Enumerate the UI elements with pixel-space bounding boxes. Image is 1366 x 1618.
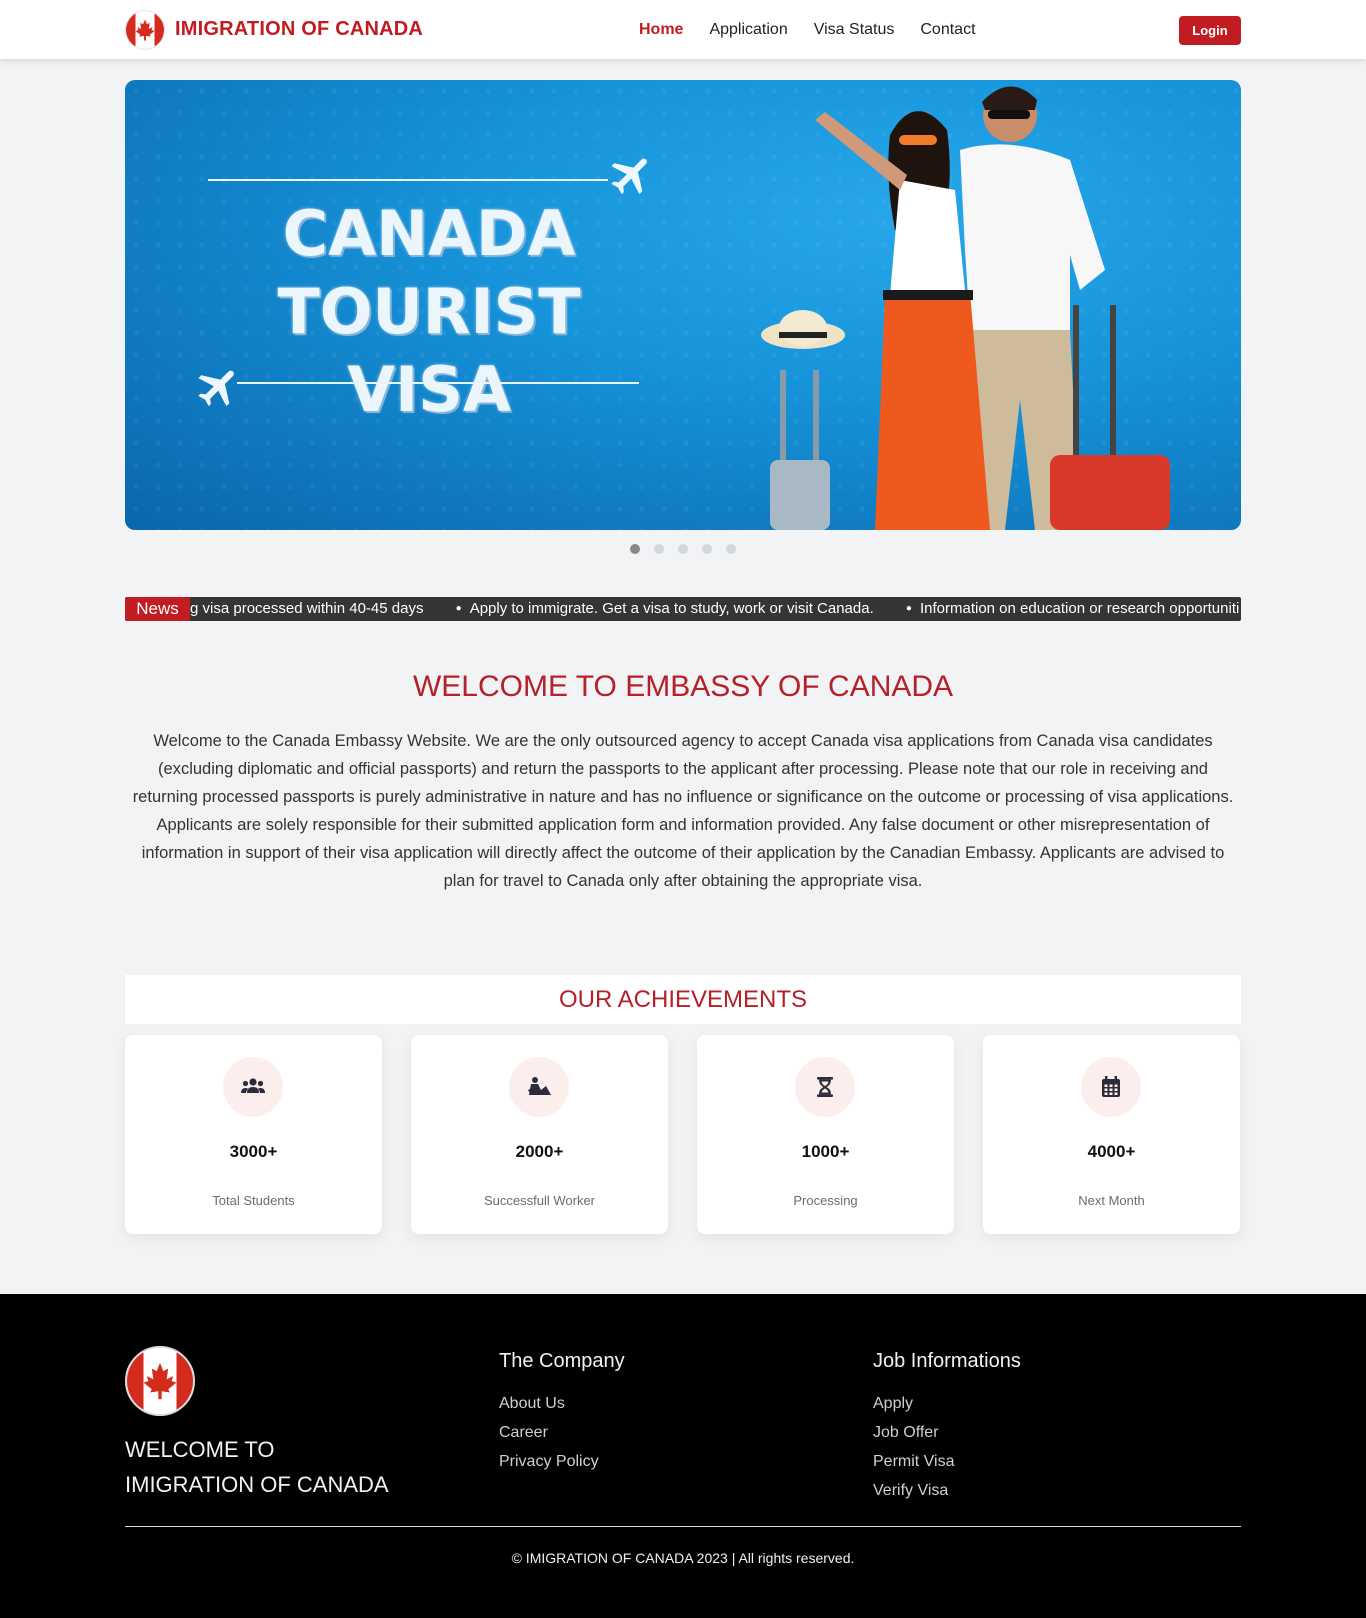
footer-link-permit-visa[interactable]: Permit Visa bbox=[873, 1447, 1021, 1476]
carousel-dot-1[interactable] bbox=[630, 544, 640, 554]
carousel-dot-2[interactable] bbox=[654, 544, 664, 554]
carousel-dot-4[interactable] bbox=[702, 544, 712, 554]
hero-title-line2: TOURIST VISA bbox=[277, 275, 581, 426]
site-footer: WELCOME TO IMIGRATION OF CANADA The Comp… bbox=[0, 1294, 1366, 1618]
achievement-label: Next Month bbox=[1078, 1193, 1145, 1208]
site-header: IMIGRATION OF CANADA Home Application Vi… bbox=[0, 0, 1366, 59]
footer-link-privacy[interactable]: Privacy Policy bbox=[499, 1447, 625, 1476]
achievement-card-processing: 1000+ Processing bbox=[697, 1035, 954, 1234]
travelers-illustration bbox=[761, 86, 1170, 530]
achievement-value: 2000+ bbox=[515, 1142, 564, 1161]
nav-application[interactable]: Application bbox=[709, 21, 787, 39]
footer-jobs-column: Job Informations Apply Job Offer Permit … bbox=[873, 1350, 1021, 1505]
login-button[interactable]: Login bbox=[1179, 16, 1241, 45]
nav-home[interactable]: Home bbox=[639, 21, 683, 39]
main-nav: Home Application Visa Status Contact bbox=[639, 0, 976, 59]
brand-logo[interactable]: IMIGRATION OF CANADA bbox=[125, 9, 424, 50]
footer-link-job-offer[interactable]: Job Offer bbox=[873, 1418, 1021, 1447]
hero-title: CANADA TOURIST VISA bbox=[189, 195, 669, 429]
welcome-title: WELCOME TO EMBASSY OF CANADA bbox=[412, 670, 954, 703]
footer-link-apply[interactable]: Apply bbox=[873, 1389, 1021, 1418]
news-ticker: News g visa processed within 40-45 days … bbox=[125, 597, 1241, 621]
news-item[interactable]: g visa processed within 40-45 days bbox=[190, 597, 423, 621]
airplane-icon bbox=[611, 158, 647, 195]
carousel-indicators bbox=[0, 544, 1366, 554]
nav-contact[interactable]: Contact bbox=[920, 21, 975, 39]
brand-name: IMIGRATION OF CANADA bbox=[175, 18, 424, 40]
nav-visa-status[interactable]: Visa Status bbox=[814, 21, 895, 39]
achievement-label: Total Students bbox=[212, 1193, 295, 1208]
achievement-value: 3000+ bbox=[229, 1142, 278, 1161]
footer-welcome-line1: WELCOME TO bbox=[125, 1437, 275, 1462]
news-item[interactable]: Information on education or research opp… bbox=[906, 597, 1239, 621]
worker-icon bbox=[528, 1077, 551, 1095]
users-icon bbox=[241, 1078, 265, 1093]
footer-copyright: © IMIGRATION OF CANADA 2023 | All rights… bbox=[511, 1550, 855, 1566]
footer-company-title: The Company bbox=[499, 1350, 625, 1372]
achievements-cards: 3000+ Total Students 2000+ Successfull W… bbox=[125, 1035, 1241, 1234]
calendar-icon bbox=[1102, 1076, 1120, 1097]
achievements-title: OUR ACHIEVEMENTS bbox=[125, 975, 1241, 1024]
achievement-card-next-month: 4000+ Next Month bbox=[983, 1035, 1240, 1234]
airplane-icon-bottom bbox=[198, 370, 234, 407]
hourglass-icon bbox=[817, 1077, 833, 1097]
footer-divider bbox=[125, 1526, 1241, 1527]
achievement-card-students: 3000+ Total Students bbox=[125, 1035, 382, 1234]
news-item[interactable]: Apply to immigrate. Get a visa to study,… bbox=[456, 597, 874, 621]
footer-link-about[interactable]: About Us bbox=[499, 1389, 625, 1418]
hero-title-line1: CANADA bbox=[282, 197, 576, 270]
achievement-value: 4000+ bbox=[1087, 1142, 1136, 1161]
achievement-label: Successfull Worker bbox=[483, 1193, 595, 1208]
achievement-label: Processing bbox=[793, 1193, 858, 1208]
hero-line-bottom bbox=[237, 382, 639, 384]
footer-welcome: WELCOME TO IMIGRATION OF CANADA bbox=[125, 1432, 389, 1502]
hero-banner: CANADA TOURIST VISA bbox=[125, 80, 1241, 530]
footer-welcome-line2: IMIGRATION OF CANADA bbox=[125, 1472, 389, 1497]
canada-flag-icon-footer bbox=[125, 1346, 195, 1416]
footer-link-verify-visa[interactable]: Verify Visa bbox=[873, 1476, 1021, 1505]
canada-flag-icon bbox=[125, 9, 165, 50]
news-label: News bbox=[125, 597, 190, 621]
news-track: g visa processed within 40-45 days Apply… bbox=[190, 597, 1241, 621]
carousel-dot-5[interactable] bbox=[726, 544, 736, 554]
footer-link-career[interactable]: Career bbox=[499, 1418, 625, 1447]
footer-jobs-title: Job Informations bbox=[873, 1350, 1021, 1372]
carousel-dot-3[interactable] bbox=[678, 544, 688, 554]
achievement-card-workers: 2000+ Successfull Worker bbox=[411, 1035, 668, 1234]
achievement-value: 1000+ bbox=[801, 1142, 850, 1161]
hero-line-top bbox=[208, 179, 608, 181]
footer-company-column: The Company About Us Career Privacy Poli… bbox=[499, 1350, 625, 1476]
welcome-text: Welcome to the Canada Embassy Website. W… bbox=[132, 732, 1234, 890]
